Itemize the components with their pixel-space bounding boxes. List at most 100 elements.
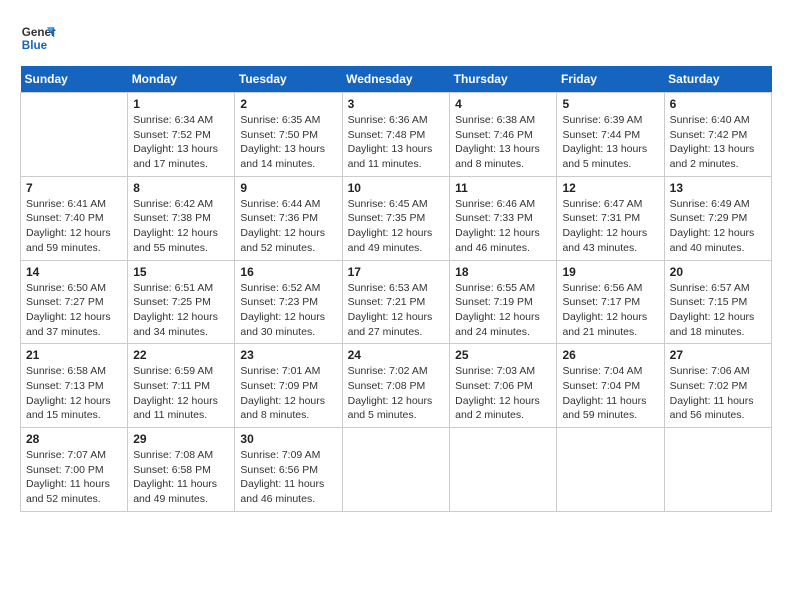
day-number: 6 xyxy=(670,97,766,111)
calendar-cell: 30 Sunrise: 7:09 AM Sunset: 6:56 PM Dayli… xyxy=(235,428,342,512)
day-number: 21 xyxy=(26,348,122,362)
day-info: Sunrise: 7:07 AM Sunset: 7:00 PM Dayligh… xyxy=(26,448,122,507)
day-number: 22 xyxy=(133,348,229,362)
day-info: Sunrise: 6:38 AM Sunset: 7:46 PM Dayligh… xyxy=(455,113,551,172)
calendar-cell: 12Sunrise: 6:47 AM Sunset: 7:31 PM Dayli… xyxy=(557,176,664,260)
day-number: 12 xyxy=(562,181,658,195)
calendar-cell: 9 Sunrise: 6:44 AM Sunset: 7:36 PM Daylig… xyxy=(235,176,342,260)
day-info: Sunrise: 6:59 AM Sunset: 7:11 PM Dayligh… xyxy=(133,364,229,423)
day-number: 15 xyxy=(133,265,229,279)
logo: General Blue xyxy=(20,20,56,56)
day-number: 9 xyxy=(240,181,336,195)
day-info: Sunrise: 7:09 AM Sunset: 6:56 PM Dayligh… xyxy=(240,448,336,507)
calendar-cell: 22 Sunrise: 6:59 AM Sunset: 7:11 PM Dayli… xyxy=(128,344,235,428)
day-info: Sunrise: 6:35 AM Sunset: 7:50 PM Dayligh… xyxy=(240,113,336,172)
calendar-cell: 2 Sunrise: 6:35 AM Sunset: 7:50 PM Daylig… xyxy=(235,93,342,177)
day-number: 13 xyxy=(670,181,766,195)
day-info: Sunrise: 7:06 AM Sunset: 7:02 PM Dayligh… xyxy=(670,364,766,423)
calendar-cell: 18 Sunrise: 6:55 AM Sunset: 7:19 PM Dayli… xyxy=(450,260,557,344)
day-number: 29 xyxy=(133,432,229,446)
day-info: Sunrise: 6:52 AM Sunset: 7:23 PM Dayligh… xyxy=(240,281,336,340)
weekday-header-wednesday: Wednesday xyxy=(342,66,450,93)
weekday-header-saturday: Saturday xyxy=(664,66,771,93)
day-number: 2 xyxy=(240,97,336,111)
day-number: 7 xyxy=(26,181,122,195)
week-row-4: 28 Sunrise: 7:07 AM Sunset: 7:00 PM Dayli… xyxy=(21,428,772,512)
day-info: Sunrise: 6:50 AM Sunset: 7:27 PM Dayligh… xyxy=(26,281,122,340)
calendar-cell xyxy=(342,428,450,512)
day-info: Sunrise: 6:49 AM Sunset: 7:29 PM Dayligh… xyxy=(670,197,766,256)
calendar-cell xyxy=(557,428,664,512)
calendar-cell: 21 Sunrise: 6:58 AM Sunset: 7:13 PM Dayli… xyxy=(21,344,128,428)
day-number: 19 xyxy=(562,265,658,279)
day-number: 3 xyxy=(348,97,445,111)
day-info: Sunrise: 6:44 AM Sunset: 7:36 PM Dayligh… xyxy=(240,197,336,256)
weekday-header-monday: Monday xyxy=(128,66,235,93)
day-number: 4 xyxy=(455,97,551,111)
weekday-header-sunday: Sunday xyxy=(21,66,128,93)
calendar-cell: 14Sunrise: 6:50 AM Sunset: 7:27 PM Dayli… xyxy=(21,260,128,344)
calendar-cell xyxy=(450,428,557,512)
day-info: Sunrise: 6:53 AM Sunset: 7:21 PM Dayligh… xyxy=(348,281,445,340)
day-info: Sunrise: 6:58 AM Sunset: 7:13 PM Dayligh… xyxy=(26,364,122,423)
day-info: Sunrise: 7:02 AM Sunset: 7:08 PM Dayligh… xyxy=(348,364,445,423)
calendar-cell: 5Sunrise: 6:39 AM Sunset: 7:44 PM Daylig… xyxy=(557,93,664,177)
day-number: 20 xyxy=(670,265,766,279)
day-number: 30 xyxy=(240,432,336,446)
calendar-table: SundayMondayTuesdayWednesdayThursdayFrid… xyxy=(20,66,772,512)
week-row-3: 21 Sunrise: 6:58 AM Sunset: 7:13 PM Dayli… xyxy=(21,344,772,428)
day-number: 23 xyxy=(240,348,336,362)
calendar-cell: 24 Sunrise: 7:02 AM Sunset: 7:08 PM Dayli… xyxy=(342,344,450,428)
day-number: 25 xyxy=(455,348,551,362)
day-info: Sunrise: 6:56 AM Sunset: 7:17 PM Dayligh… xyxy=(562,281,658,340)
calendar-cell: 15 Sunrise: 6:51 AM Sunset: 7:25 PM Dayli… xyxy=(128,260,235,344)
week-row-2: 14Sunrise: 6:50 AM Sunset: 7:27 PM Dayli… xyxy=(21,260,772,344)
calendar-cell: 11 Sunrise: 6:46 AM Sunset: 7:33 PM Dayli… xyxy=(450,176,557,260)
calendar-cell: 13 Sunrise: 6:49 AM Sunset: 7:29 PM Dayli… xyxy=(664,176,771,260)
calendar-cell xyxy=(664,428,771,512)
page-header: General Blue xyxy=(20,20,772,56)
day-number: 5 xyxy=(562,97,658,111)
day-number: 16 xyxy=(240,265,336,279)
day-info: Sunrise: 7:01 AM Sunset: 7:09 PM Dayligh… xyxy=(240,364,336,423)
day-number: 28 xyxy=(26,432,122,446)
day-info: Sunrise: 6:46 AM Sunset: 7:33 PM Dayligh… xyxy=(455,197,551,256)
day-info: Sunrise: 7:03 AM Sunset: 7:06 PM Dayligh… xyxy=(455,364,551,423)
calendar-cell: 10Sunrise: 6:45 AM Sunset: 7:35 PM Dayli… xyxy=(342,176,450,260)
day-info: Sunrise: 6:51 AM Sunset: 7:25 PM Dayligh… xyxy=(133,281,229,340)
calendar-cell: 20Sunrise: 6:57 AM Sunset: 7:15 PM Dayli… xyxy=(664,260,771,344)
calendar-cell: 27 Sunrise: 7:06 AM Sunset: 7:02 PM Dayli… xyxy=(664,344,771,428)
day-number: 8 xyxy=(133,181,229,195)
day-info: Sunrise: 6:36 AM Sunset: 7:48 PM Dayligh… xyxy=(348,113,445,172)
calendar-cell: 7 Sunrise: 6:41 AM Sunset: 7:40 PM Daylig… xyxy=(21,176,128,260)
calendar-cell: 8 Sunrise: 6:42 AM Sunset: 7:38 PM Daylig… xyxy=(128,176,235,260)
weekday-header-thursday: Thursday xyxy=(450,66,557,93)
day-info: Sunrise: 6:55 AM Sunset: 7:19 PM Dayligh… xyxy=(455,281,551,340)
day-number: 11 xyxy=(455,181,551,195)
week-row-0: 1Sunrise: 6:34 AM Sunset: 7:52 PM Daylig… xyxy=(21,93,772,177)
day-info: Sunrise: 7:04 AM Sunset: 7:04 PM Dayligh… xyxy=(562,364,658,423)
calendar-cell: 23 Sunrise: 7:01 AM Sunset: 7:09 PM Dayli… xyxy=(235,344,342,428)
calendar-cell: 25 Sunrise: 7:03 AM Sunset: 7:06 PM Dayli… xyxy=(450,344,557,428)
calendar-cell: 4 Sunrise: 6:38 AM Sunset: 7:46 PM Daylig… xyxy=(450,93,557,177)
day-number: 18 xyxy=(455,265,551,279)
weekday-header-friday: Friday xyxy=(557,66,664,93)
day-number: 17 xyxy=(348,265,445,279)
day-info: Sunrise: 6:42 AM Sunset: 7:38 PM Dayligh… xyxy=(133,197,229,256)
day-info: Sunrise: 7:08 AM Sunset: 6:58 PM Dayligh… xyxy=(133,448,229,507)
day-info: Sunrise: 6:45 AM Sunset: 7:35 PM Dayligh… xyxy=(348,197,445,256)
calendar-cell: 1Sunrise: 6:34 AM Sunset: 7:52 PM Daylig… xyxy=(128,93,235,177)
calendar-cell xyxy=(21,93,128,177)
day-number: 24 xyxy=(348,348,445,362)
calendar-cell: 29 Sunrise: 7:08 AM Sunset: 6:58 PM Dayli… xyxy=(128,428,235,512)
day-info: Sunrise: 6:40 AM Sunset: 7:42 PM Dayligh… xyxy=(670,113,766,172)
weekday-header-tuesday: Tuesday xyxy=(235,66,342,93)
calendar-cell: 3 Sunrise: 6:36 AM Sunset: 7:48 PM Daylig… xyxy=(342,93,450,177)
logo-icon: General Blue xyxy=(20,20,56,56)
calendar-cell: 19 Sunrise: 6:56 AM Sunset: 7:17 PM Dayli… xyxy=(557,260,664,344)
week-row-1: 7 Sunrise: 6:41 AM Sunset: 7:40 PM Daylig… xyxy=(21,176,772,260)
day-info: Sunrise: 6:41 AM Sunset: 7:40 PM Dayligh… xyxy=(26,197,122,256)
day-number: 27 xyxy=(670,348,766,362)
calendar-cell: 17 Sunrise: 6:53 AM Sunset: 7:21 PM Dayli… xyxy=(342,260,450,344)
calendar-cell: 6 Sunrise: 6:40 AM Sunset: 7:42 PM Daylig… xyxy=(664,93,771,177)
